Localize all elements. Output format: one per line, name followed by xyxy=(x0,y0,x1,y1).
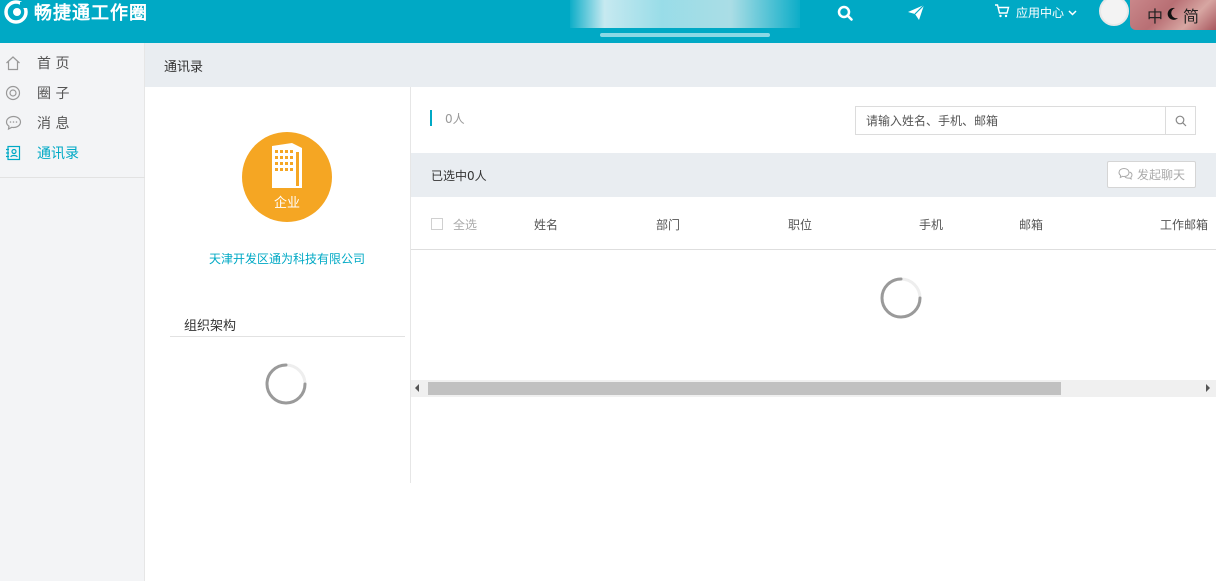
send-icon[interactable] xyxy=(905,2,927,24)
nav-item-label: 首 页 xyxy=(37,56,70,72)
left-nav: 首 页 圈 子 消 息 通讯录 xyxy=(0,43,145,581)
selected-count-label: 已选中0人 xyxy=(431,169,487,183)
building-icon xyxy=(272,143,302,188)
scroll-right-arrow-icon[interactable] xyxy=(1206,384,1210,392)
chat-icon xyxy=(1118,167,1133,183)
divider xyxy=(170,336,405,337)
enterprise-badge: 企业 xyxy=(242,132,332,222)
lang-simplified-label: 简 xyxy=(1183,7,1200,26)
nav-item-label: 圈 子 xyxy=(37,86,70,102)
company-name[interactable]: 天津开发区通为科技有限公司 xyxy=(145,250,429,267)
company-panel: 企业 天津开发区通为科技有限公司 组织架构 xyxy=(145,87,411,483)
logo[interactable]: 畅捷通工作圈 xyxy=(4,0,148,24)
cart-icon xyxy=(994,3,1010,21)
blurred-region xyxy=(600,33,770,37)
logo-text: 畅捷通工作圈 xyxy=(34,3,148,24)
divider xyxy=(0,177,145,178)
search-icon[interactable] xyxy=(834,2,856,24)
top-bar: 畅捷通工作圈 应用中心 中 简 xyxy=(0,0,1216,43)
column-header-phone: 手机 xyxy=(919,218,944,232)
nav-item-messages[interactable]: 消 息 xyxy=(0,108,145,138)
lang-chinese-label: 中 xyxy=(1146,7,1163,26)
enterprise-badge-label: 企业 xyxy=(273,196,300,211)
column-header-department: 部门 xyxy=(656,218,681,232)
contacts-table-header: 全选 姓名 部门 职位 手机 邮箱 工作邮箱 xyxy=(411,197,1216,250)
search-button[interactable] xyxy=(1165,107,1195,134)
nav-item-label: 消 息 xyxy=(37,116,70,132)
column-header-select-all[interactable]: 全选 xyxy=(453,216,477,233)
nav-item-home[interactable]: 首 页 xyxy=(0,48,145,78)
search-input[interactable] xyxy=(856,107,1166,134)
nav-item-label: 通讯录 xyxy=(37,146,79,162)
breadcrumb: 通讯录 xyxy=(145,43,1216,87)
column-header-position: 职位 xyxy=(788,218,813,232)
column-header-work-email: 工作邮箱 xyxy=(1160,218,1209,232)
message-icon xyxy=(3,113,23,133)
loading-spinner-icon xyxy=(265,363,307,405)
chevron-down-icon xyxy=(1068,5,1077,19)
blurred-region xyxy=(570,0,800,28)
nav-item-circle[interactable]: 圈 子 xyxy=(0,78,145,108)
avatar[interactable] xyxy=(1099,0,1129,26)
column-header-email: 邮箱 xyxy=(1019,218,1044,232)
moon-icon xyxy=(1167,6,1179,25)
circle-icon xyxy=(3,83,23,103)
member-count: 0人 xyxy=(430,110,465,126)
app-center-label: 应用中心 xyxy=(1016,5,1065,20)
nav-item-contacts[interactable]: 通讯录 xyxy=(0,138,145,168)
scrollbar-thumb[interactable] xyxy=(428,382,1061,395)
start-chat-button[interactable]: 发起聊天 xyxy=(1107,161,1196,188)
horizontal-scrollbar[interactable] xyxy=(411,380,1216,397)
loading-spinner-icon xyxy=(880,277,922,319)
language-switcher[interactable]: 中 简 xyxy=(1130,0,1216,30)
search-box xyxy=(855,106,1196,135)
column-header-name: 姓名 xyxy=(534,218,559,232)
scroll-left-arrow-icon[interactable] xyxy=(415,384,419,392)
accent-mark xyxy=(430,110,432,126)
member-count-label: 0人 xyxy=(445,111,465,126)
page-title: 通讯录 xyxy=(164,59,204,75)
org-structure-title: 组织架构 xyxy=(184,319,237,334)
select-all-checkbox[interactable] xyxy=(431,218,443,230)
search-icon xyxy=(1175,115,1186,126)
home-icon xyxy=(3,53,23,73)
start-chat-label: 发起聊天 xyxy=(1136,168,1185,182)
logo-icon xyxy=(4,0,28,24)
app-center-menu[interactable]: 应用中心 xyxy=(994,2,1077,22)
selection-bar: 已选中0人 发起聊天 xyxy=(411,153,1216,197)
contacts-icon xyxy=(3,143,23,163)
